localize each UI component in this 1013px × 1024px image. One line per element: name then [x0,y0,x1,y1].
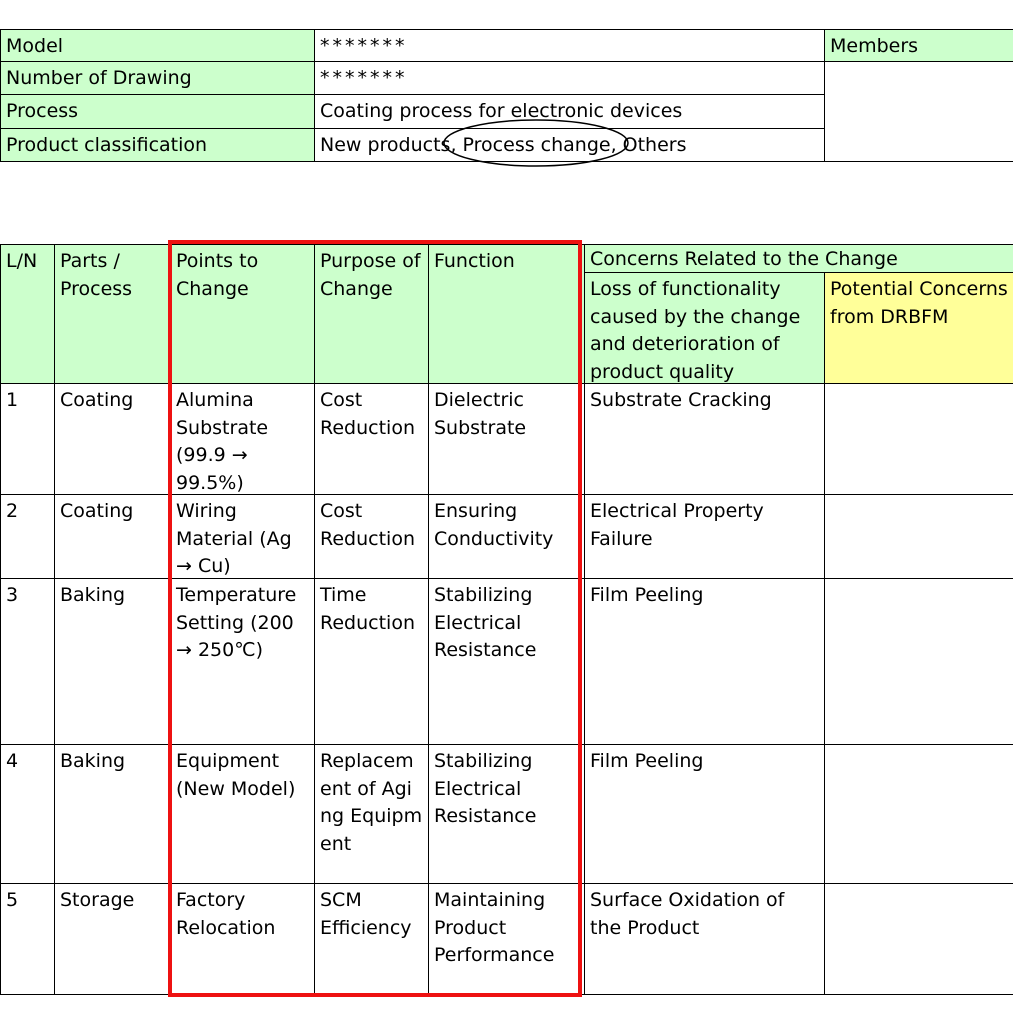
row5-ln: 5 [0,883,55,995]
row4-potential [824,744,1013,884]
row2-parts: Coating [54,494,171,579]
header-potential-concerns: Potential Concerns from DRBFM [824,272,1013,384]
row3-ln: 3 [0,578,55,745]
row5-potential [824,883,1013,995]
drawing-number-label: Number of Drawing [0,61,315,95]
highlight-frame [168,240,582,997]
row3-potential [824,578,1013,745]
row2-ln: 2 [0,494,55,579]
header-loss-of-functionality: Loss of functionality caused by the chan… [584,272,825,384]
row4-parts: Baking [54,744,171,884]
row2-loss: Electrical Property Failure [584,494,825,579]
row4-ln: 4 [0,744,55,884]
row1-potential [824,383,1013,495]
model-value: ******* [314,29,825,62]
product-classification-label: Product classification [0,128,315,162]
row2-potential [824,494,1013,579]
row5-loss: Surface Oxidation of the Product [584,883,825,995]
row3-parts: Baking [54,578,171,745]
row5-parts: Storage [54,883,171,995]
members-area [824,61,1013,162]
members-label: Members [824,29,1013,62]
row1-ln: 1 [0,383,55,495]
row1-loss: Substrate Cracking [584,383,825,495]
drawing-number-value: ******* [314,61,825,95]
header-parts-process: Parts / Process [54,244,171,384]
model-label: Model [0,29,315,62]
header-ln: L/N [0,244,55,384]
row1-parts: Coating [54,383,171,495]
row3-loss: Film Peeling [584,578,825,745]
header-concerns: Concerns Related to the Change [584,244,1013,273]
selection-circle [443,119,629,167]
process-label: Process [0,94,315,129]
row4-loss: Film Peeling [584,744,825,884]
